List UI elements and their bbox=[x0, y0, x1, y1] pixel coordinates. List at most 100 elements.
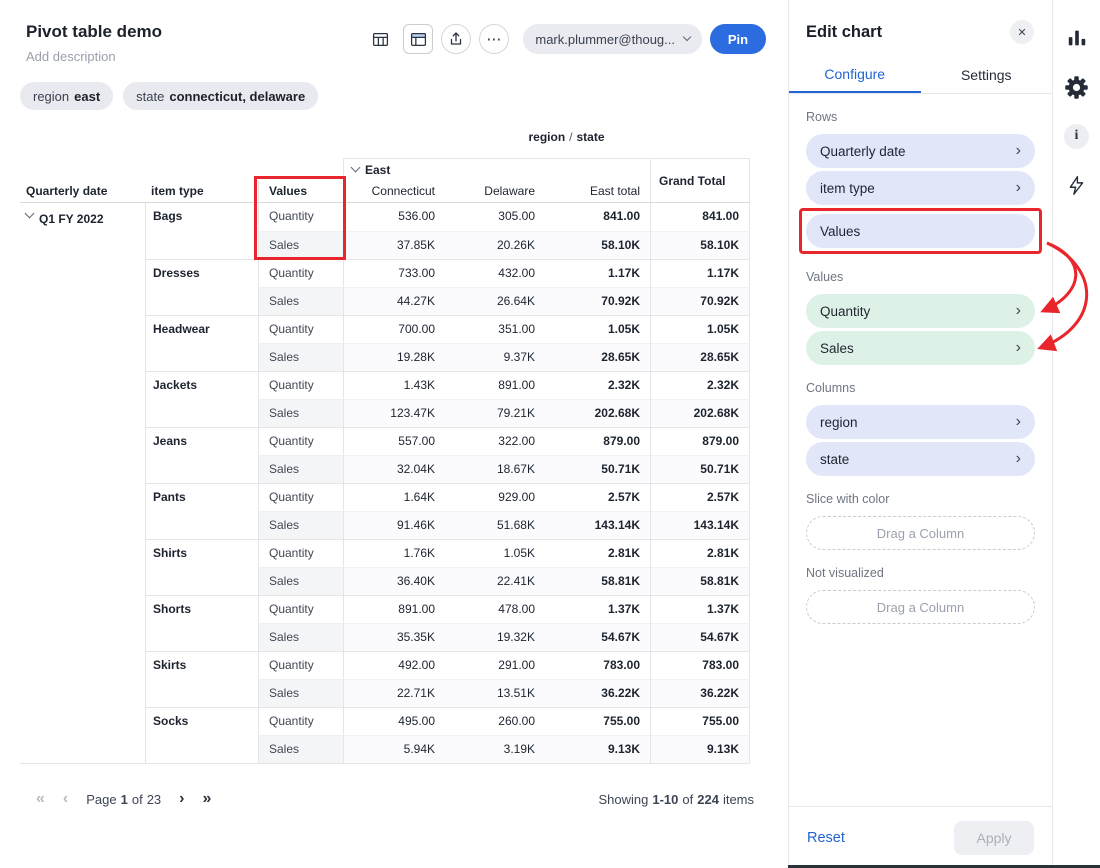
pivot-value-cell: 891.00 bbox=[343, 595, 445, 623]
section-label-columns: Columns bbox=[806, 381, 1035, 395]
pivot-value-cell: 9.37K bbox=[445, 343, 545, 371]
pivot-value-cell: 879.00 bbox=[650, 427, 750, 455]
not-visualized-dropzone[interactable]: Drag a Column bbox=[806, 590, 1035, 624]
table-view-icon[interactable] bbox=[365, 24, 395, 54]
pivot-value-cell: 28.65K bbox=[545, 343, 650, 371]
pivot-colheader-connecticut[interactable]: Connecticut bbox=[343, 180, 445, 202]
pivot-value-cell: 1.76K bbox=[343, 539, 445, 567]
chevron-down-icon bbox=[683, 33, 691, 41]
lightning-icon[interactable] bbox=[1063, 171, 1091, 199]
pivot-value-cell: 36.22K bbox=[650, 679, 750, 707]
pivot-colheader-item-type[interactable]: item type bbox=[145, 180, 258, 202]
pin-button[interactable]: Pin bbox=[710, 24, 766, 54]
pivot-value-cell: 70.92K bbox=[545, 287, 650, 315]
chip-values[interactable]: Values bbox=[806, 214, 1035, 248]
pivot-colgroup-east[interactable]: East bbox=[343, 158, 650, 180]
chevron-right-icon: › bbox=[1016, 303, 1021, 319]
pivot-value-cell: 58.81K bbox=[545, 567, 650, 595]
pivot-colheader-quarterly-date[interactable]: Quarterly date bbox=[20, 180, 145, 202]
pivot-measure-label: Quantity bbox=[258, 595, 343, 623]
pivot-measure-label: Sales bbox=[258, 735, 343, 763]
pivot-colheader-values[interactable]: Values bbox=[258, 180, 343, 202]
pivot-value-cell: 841.00 bbox=[650, 203, 750, 231]
chip-state[interactable]: state › bbox=[806, 442, 1035, 476]
gear-icon[interactable] bbox=[1063, 73, 1091, 101]
pivot-colheader-east-total[interactable]: East total bbox=[545, 180, 650, 202]
user-dropdown-label: mark.plummer@thoug... bbox=[535, 32, 675, 47]
chip-region[interactable]: region › bbox=[806, 405, 1035, 439]
pivot-value-cell: 143.14K bbox=[545, 511, 650, 539]
tab-settings[interactable]: Settings bbox=[921, 56, 1053, 93]
pivot-value-cell: 2.81K bbox=[545, 539, 650, 567]
pivot-value-cell: 841.00 bbox=[545, 203, 650, 231]
chip-quarterly-date[interactable]: Quarterly date › bbox=[806, 134, 1035, 168]
panel-header: Edit chart ✕ bbox=[789, 0, 1052, 44]
pivot-colheader-delaware[interactable]: Delaware bbox=[445, 180, 545, 202]
pivot-value-cell: 432.00 bbox=[445, 259, 545, 287]
chip-item-type[interactable]: item type › bbox=[806, 171, 1035, 205]
pivot-value-cell: 557.00 bbox=[343, 427, 445, 455]
close-icon[interactable]: ✕ bbox=[1010, 20, 1034, 44]
main-header: Pivot table demo Add description ⋯ mark.… bbox=[0, 0, 788, 64]
chevron-down-icon[interactable] bbox=[25, 209, 35, 219]
pivot-value-cell: 3.19K bbox=[445, 735, 545, 763]
more-options-icon[interactable]: ⋯ bbox=[479, 24, 509, 54]
pivot-value-cell: 79.21K bbox=[445, 399, 545, 427]
pivot-measure-label: Quantity bbox=[258, 707, 343, 735]
pivot-item-skirts: Skirts bbox=[145, 651, 258, 707]
first-page-icon[interactable]: « bbox=[36, 790, 45, 808]
pivot-value-cell: 755.00 bbox=[650, 707, 750, 735]
pivot-colheader-grand-total[interactable]: Grand Total bbox=[650, 158, 750, 202]
slice-with-color-dropzone[interactable]: Drag a Column bbox=[806, 516, 1035, 550]
chip-quantity[interactable]: Quantity › bbox=[806, 294, 1035, 328]
pivot-item-headwear: Headwear bbox=[145, 315, 258, 371]
pivot-table: East Grand Total Quarterly date item typ… bbox=[20, 158, 750, 764]
add-description-link[interactable]: Add description bbox=[26, 49, 162, 64]
pivot-value-cell: 202.68K bbox=[650, 399, 750, 427]
pivot-value-cell: 1.17K bbox=[650, 259, 750, 287]
next-page-icon[interactable]: › bbox=[179, 790, 184, 808]
pivot-row-quarter[interactable]: Q1 FY 2022 bbox=[20, 203, 145, 763]
section-label-slice-with-color: Slice with color bbox=[806, 492, 1035, 506]
pivot-value-cell: 1.05K bbox=[545, 315, 650, 343]
pivot-value-cell: 9.13K bbox=[650, 735, 750, 763]
pivot-view-icon[interactable] bbox=[403, 24, 433, 54]
pivot-value-cell: 44.27K bbox=[343, 287, 445, 315]
pivot-value-cell: 783.00 bbox=[650, 651, 750, 679]
section-label-values: Values bbox=[806, 270, 1035, 284]
pivot-value-cell: 1.17K bbox=[545, 259, 650, 287]
pivot-value-cell: 1.37K bbox=[650, 595, 750, 623]
tab-configure[interactable]: Configure bbox=[789, 56, 921, 93]
pivot-value-cell: 929.00 bbox=[445, 483, 545, 511]
filter-chip-state[interactable]: stateconnecticut, delaware bbox=[123, 82, 318, 110]
apply-button[interactable]: Apply bbox=[954, 821, 1034, 855]
title-block: Pivot table demo Add description bbox=[26, 22, 162, 64]
info-icon[interactable]: i bbox=[1063, 122, 1091, 150]
chip-sales[interactable]: Sales › bbox=[806, 331, 1035, 365]
pivot-value-cell: 1.05K bbox=[445, 539, 545, 567]
pivot-value-cell: 58.10K bbox=[545, 231, 650, 259]
filter-row: regioneast stateconnecticut, delaware bbox=[20, 82, 788, 110]
pivot-value-cell: 9.13K bbox=[545, 735, 650, 763]
reset-button[interactable]: Reset bbox=[807, 830, 845, 846]
pivot-measure-label: Quantity bbox=[258, 651, 343, 679]
pivot-body: Q1 FY 2022BagsQuantity536.00305.00841.00… bbox=[20, 203, 750, 764]
prev-page-icon[interactable]: ‹ bbox=[63, 790, 68, 808]
right-icon-rail: i bbox=[1052, 0, 1100, 868]
pivot-value-cell: 536.00 bbox=[343, 203, 445, 231]
last-page-icon[interactable]: » bbox=[202, 790, 211, 808]
filter-chip-region[interactable]: regioneast bbox=[20, 82, 113, 110]
pivot-measure-label: Quantity bbox=[258, 259, 343, 287]
share-icon[interactable] bbox=[441, 24, 471, 54]
pivot-measure-label: Quantity bbox=[258, 483, 343, 511]
pivot-value-cell: 123.47K bbox=[343, 399, 445, 427]
chevron-down-icon[interactable] bbox=[351, 163, 361, 173]
pivot-item-dresses: Dresses bbox=[145, 259, 258, 315]
user-dropdown[interactable]: mark.plummer@thoug... bbox=[523, 24, 702, 54]
pivot-value-cell: 1.64K bbox=[343, 483, 445, 511]
chart-icon[interactable] bbox=[1063, 24, 1091, 52]
pivot-value-cell: 58.10K bbox=[650, 231, 750, 259]
pivot-value-cell: 891.00 bbox=[445, 371, 545, 399]
pivot-measure-label: Sales bbox=[258, 623, 343, 651]
pivot-item-socks: Socks bbox=[145, 707, 258, 763]
